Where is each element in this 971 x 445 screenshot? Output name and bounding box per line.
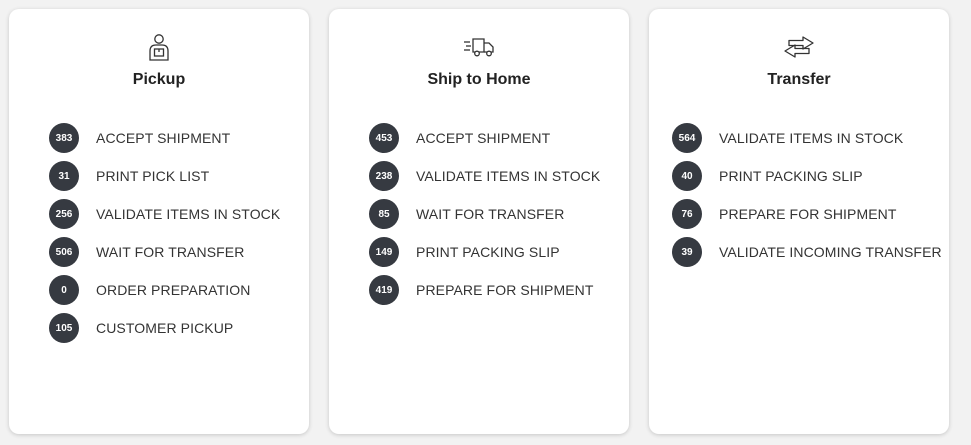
step-label: WAIT FOR TRANSFER: [416, 206, 565, 222]
card-title: Ship to Home: [427, 71, 531, 88]
step-item[interactable]: 149 PRINT PACKING SLIP: [369, 233, 619, 271]
step-list: 383 ACCEPT SHIPMENT 31 PRINT PICK LIST 2…: [49, 119, 299, 347]
step-label: PRINT PACKING SLIP: [416, 244, 560, 260]
count-badge: 76: [672, 199, 702, 229]
step-item[interactable]: 40 PRINT PACKING SLIP: [672, 157, 939, 195]
step-label: WAIT FOR TRANSFER: [96, 244, 245, 260]
step-item[interactable]: 256 VALIDATE ITEMS IN STOCK: [49, 195, 299, 233]
step-label: VALIDATE ITEMS IN STOCK: [96, 206, 281, 222]
step-label: VALIDATE INCOMING TRANSFER: [719, 244, 942, 260]
step-label: PREPARE FOR SHIPMENT: [416, 282, 594, 298]
count-badge: 506: [49, 237, 79, 267]
step-item[interactable]: 105 CUSTOMER PICKUP: [49, 309, 299, 347]
step-label: ORDER PREPARATION: [96, 282, 251, 298]
person-with-package-icon: [9, 33, 309, 61]
card-title: Pickup: [132, 71, 186, 88]
count-badge: 0: [49, 275, 79, 305]
step-label: VALIDATE ITEMS IN STOCK: [719, 130, 904, 146]
count-badge: 39: [672, 237, 702, 267]
step-item[interactable]: 0 ORDER PREPARATION: [49, 271, 299, 309]
step-label: PREPARE FOR SHIPMENT: [719, 206, 897, 222]
count-badge: 31: [49, 161, 79, 191]
fast-delivery-truck-icon: [329, 33, 629, 61]
count-badge: 383: [49, 123, 79, 153]
step-item[interactable]: 76 PREPARE FOR SHIPMENT: [672, 195, 939, 233]
step-item[interactable]: 383 ACCEPT SHIPMENT: [49, 119, 299, 157]
step-item[interactable]: 453 ACCEPT SHIPMENT: [369, 119, 619, 157]
card-title: Transfer: [767, 71, 831, 88]
step-item[interactable]: 31 PRINT PICK LIST: [49, 157, 299, 195]
step-list: 564 VALIDATE ITEMS IN STOCK 40 PRINT PAC…: [672, 119, 942, 271]
step-item[interactable]: 238 VALIDATE ITEMS IN STOCK: [369, 157, 619, 195]
transfer-arrows-icon: [649, 33, 949, 61]
step-list: 453 ACCEPT SHIPMENT 238 VALIDATE ITEMS I…: [369, 119, 619, 309]
step-label: PRINT PACKING SLIP: [719, 168, 863, 184]
ship-to-home-card: Ship to Home 453 ACCEPT SHIPMENT 238 VAL…: [329, 9, 629, 434]
step-item[interactable]: 506 WAIT FOR TRANSFER: [49, 233, 299, 271]
count-badge: 105: [49, 313, 79, 343]
step-item[interactable]: 85 WAIT FOR TRANSFER: [369, 195, 619, 233]
count-badge: 149: [369, 237, 399, 267]
count-badge: 564: [672, 123, 702, 153]
step-label: CUSTOMER PICKUP: [96, 320, 234, 336]
count-badge: 419: [369, 275, 399, 305]
count-badge: 453: [369, 123, 399, 153]
step-label: VALIDATE ITEMS IN STOCK: [416, 168, 601, 184]
step-label: PRINT PICK LIST: [96, 168, 210, 184]
step-label: ACCEPT SHIPMENT: [416, 130, 551, 146]
pickup-card: Pickup 383 ACCEPT SHIPMENT 31 PRINT PICK…: [9, 9, 309, 434]
step-item[interactable]: 39 VALIDATE INCOMING TRANSFER: [672, 233, 942, 271]
step-label: ACCEPT SHIPMENT: [96, 130, 231, 146]
count-badge: 256: [49, 199, 79, 229]
step-item[interactable]: 419 PREPARE FOR SHIPMENT: [369, 271, 619, 309]
step-item[interactable]: 564 VALIDATE ITEMS IN STOCK: [672, 119, 939, 157]
count-badge: 85: [369, 199, 399, 229]
transfer-card: Transfer 564 VALIDATE ITEMS IN STOCK 40 …: [649, 9, 949, 434]
count-badge: 238: [369, 161, 399, 191]
count-badge: 40: [672, 161, 702, 191]
